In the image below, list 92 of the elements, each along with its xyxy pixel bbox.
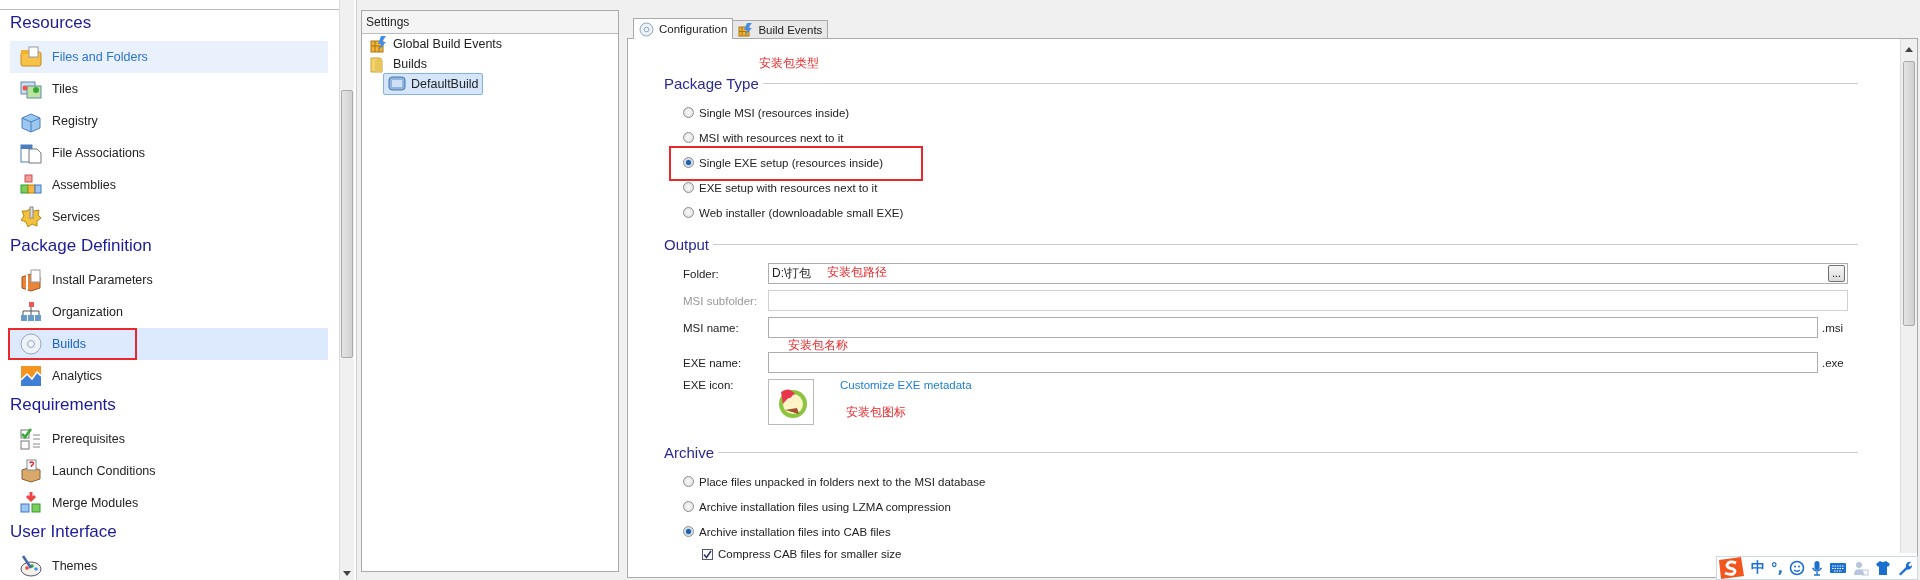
field-label: EXE name: bbox=[683, 356, 743, 369]
radio-button[interactable] bbox=[683, 526, 694, 537]
monitor-icon bbox=[388, 75, 406, 93]
sidebar-item[interactable]: File Associations bbox=[10, 137, 328, 169]
checklist-icon bbox=[19, 427, 43, 451]
radio-button[interactable] bbox=[683, 501, 694, 512]
lightning-icon bbox=[738, 22, 754, 37]
chart-icon bbox=[19, 364, 43, 388]
field-label: Folder: bbox=[683, 267, 720, 280]
sidebar-item[interactable]: Install Parameters bbox=[10, 264, 328, 296]
input-field[interactable] bbox=[768, 352, 1818, 373]
documents-icon bbox=[19, 141, 43, 165]
sidebar-item[interactable]: Organization bbox=[10, 296, 328, 328]
punctuation-mode[interactable]: °, bbox=[1770, 560, 1783, 576]
option-label: Single EXE setup (resources inside) bbox=[699, 156, 884, 169]
sidebar-item[interactable]: Registry bbox=[10, 105, 328, 137]
option-label: Single MSI (resources inside) bbox=[699, 106, 850, 119]
annotation: 安装包类型 bbox=[759, 56, 820, 70]
browse-button[interactable]: ... bbox=[1828, 265, 1845, 282]
radio-button[interactable] bbox=[683, 132, 694, 143]
box-icon bbox=[19, 459, 43, 483]
sidebar-item[interactable]: Assemblies bbox=[10, 169, 328, 201]
checkbox[interactable] bbox=[702, 548, 713, 560]
option-label: Archive installation files using LZMA compression bbox=[699, 500, 951, 513]
tab[interactable]: Configuration bbox=[633, 18, 734, 39]
sidebar-item[interactable]: Builds bbox=[10, 328, 328, 360]
scrollbar[interactable] bbox=[1900, 39, 1917, 553]
field-label: MSI name: bbox=[683, 321, 740, 334]
input-field[interactable]: D:\打包 安装包路径 ... bbox=[768, 263, 1848, 284]
folder-icon bbox=[19, 45, 43, 69]
annotation: 安装包路径 bbox=[827, 265, 887, 279]
annotation: 安装包图标 bbox=[846, 405, 907, 419]
option-label: Place files unpacked in folders next to the MSI database bbox=[699, 475, 986, 488]
cubes-icon bbox=[19, 491, 43, 515]
blocks-icon bbox=[19, 173, 43, 197]
tree-item[interactable]: DefaultBuild bbox=[383, 73, 484, 95]
sidebar-item[interactable]: Prerequisites bbox=[10, 423, 328, 455]
tree-item[interactable]: Builds bbox=[365, 53, 433, 75]
section-heading: Archive bbox=[664, 443, 715, 461]
option-label: EXE setup with resources next to it bbox=[699, 181, 878, 194]
smiley-icon[interactable] bbox=[1789, 560, 1805, 576]
sidebar-item[interactable]: Merge Modules bbox=[10, 487, 328, 519]
logo-icon[interactable] bbox=[1716, 556, 1745, 580]
section-heading: Requirements bbox=[10, 394, 117, 416]
sidebar-item[interactable]: Launch Conditions bbox=[10, 455, 328, 487]
gear-icon bbox=[19, 205, 43, 229]
option-label: MSI with resources next to it bbox=[699, 131, 844, 144]
box-icon bbox=[19, 268, 43, 292]
metadata-link[interactable]: Customize EXE metadata bbox=[840, 379, 972, 391]
option-label: Archive installation files into CAB files bbox=[699, 525, 891, 538]
option-label: Compress CAB files for smaller size bbox=[718, 548, 902, 560]
sidebar-item[interactable]: Services bbox=[10, 201, 328, 233]
extension-label: .msi bbox=[1821, 321, 1845, 334]
keyboard-icon[interactable] bbox=[1829, 561, 1847, 575]
input-field[interactable] bbox=[768, 317, 1818, 338]
annotation: 安装包名称 bbox=[788, 338, 848, 352]
field-label: EXE icon: bbox=[683, 379, 735, 391]
checkmark-icon bbox=[703, 549, 712, 559]
palette-icon bbox=[19, 554, 43, 578]
sidebar-item[interactable]: Tiles bbox=[10, 73, 328, 105]
tab[interactable]: Build Events bbox=[732, 20, 829, 38]
microphone-icon[interactable] bbox=[1811, 560, 1823, 576]
section-heading: User Interface bbox=[10, 521, 118, 543]
extension-label: .exe bbox=[1821, 356, 1845, 369]
panel-header: Settings bbox=[362, 11, 618, 34]
field-label: MSI subfolder: bbox=[683, 294, 759, 307]
disc-icon bbox=[639, 21, 654, 37]
shirt-icon[interactable] bbox=[1875, 560, 1891, 576]
section-heading: Resources bbox=[10, 12, 93, 34]
down-arrow-icon[interactable] bbox=[343, 571, 351, 576]
section-heading: Output bbox=[664, 235, 710, 253]
input-field[interactable] bbox=[768, 290, 1848, 311]
section-heading: Package Definition bbox=[10, 235, 153, 257]
radio-button[interactable] bbox=[683, 476, 694, 487]
radio-button[interactable] bbox=[683, 157, 694, 168]
hierarchy-icon bbox=[19, 300, 43, 324]
up-arrow-icon[interactable] bbox=[1905, 47, 1913, 52]
scrollbar[interactable] bbox=[339, 0, 354, 580]
radio-button[interactable] bbox=[683, 182, 694, 193]
input-mode[interactable]: 中 bbox=[1750, 559, 1765, 577]
sidebar-item[interactable]: Analytics bbox=[10, 360, 328, 392]
sidebar-item[interactable]: Themes bbox=[10, 550, 328, 580]
section-heading: Package Type bbox=[664, 74, 759, 92]
tree-item[interactable]: Global Build Events bbox=[365, 33, 508, 55]
sidebar-item[interactable]: Files and Folders bbox=[10, 41, 328, 73]
lightning-icon bbox=[370, 35, 388, 53]
icon-preview[interactable] bbox=[768, 379, 814, 425]
disc-icon bbox=[19, 332, 43, 356]
radio-button[interactable] bbox=[683, 107, 694, 118]
radio-button[interactable] bbox=[683, 207, 694, 218]
wrench-icon[interactable] bbox=[1897, 560, 1913, 576]
option-label: Web installer (downloadable small EXE) bbox=[699, 206, 904, 219]
